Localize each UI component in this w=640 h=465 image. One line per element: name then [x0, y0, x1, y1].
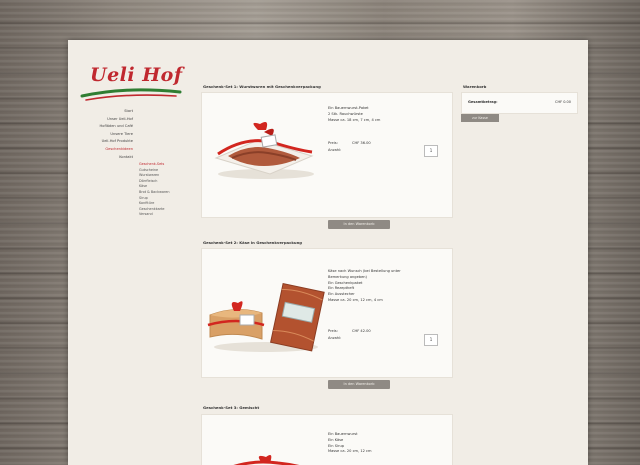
product-title: Geschenk-Set 2: Käse in Geschenkverpacku… — [203, 240, 303, 245]
qty-row: Anzahl: — [328, 148, 342, 152]
add-to-cart-button[interactable]: In den Warenkorb — [328, 220, 390, 229]
nav-item[interactable]: Hofläden und Café — [68, 123, 133, 131]
price-row: Preis: CHF 42.00 — [328, 329, 371, 333]
main-nav: Start Unser Ueli-Hof Hofläden und Café U… — [68, 108, 133, 161]
sub-nav: Geschenk-Sets Gutscheine Wurstwaren Dörr… — [139, 162, 199, 218]
nav-item[interactable]: Ueli-Hof Produkte — [68, 138, 133, 146]
site-logo[interactable]: Ueli Hof — [80, 62, 190, 102]
product-title: Geschenk-Set 3: Gemischt — [203, 405, 260, 410]
product-description: Käse nach Wunsch (bei Bestellung unter B… — [328, 269, 401, 302]
nav-item[interactable]: Start — [68, 108, 133, 116]
quantity-select[interactable]: 1 — [424, 334, 438, 346]
nav-item[interactable]: Unsere Tiere — [68, 131, 133, 139]
gift-cheese-image — [207, 282, 325, 352]
nav-item[interactable]: Kontakt — [68, 154, 133, 162]
cart-title: Warenkorb — [463, 84, 487, 89]
quantity-select[interactable]: 1 — [424, 145, 438, 157]
add-to-cart-button[interactable]: In den Warenkorb — [328, 380, 390, 389]
cart-box: Gesamtbetrag: CHF 0.00 — [461, 92, 578, 114]
nav-item-active[interactable]: Geschenkideen — [68, 146, 133, 154]
cart-total-value: CHF 0.00 — [555, 100, 571, 104]
product-description: Ein Bauernwurst-Paket 2 Stk. Rauchwürste… — [328, 106, 381, 122]
product-title: Geschenk-Set 1: Wurstwaren mit Geschenkv… — [203, 84, 321, 89]
gift-mixed-image — [233, 455, 300, 465]
qty-row: Anzahl: — [328, 336, 342, 340]
web-page: Ueli Hof Start Unser Ueli-Hof Hofläden u… — [68, 40, 588, 465]
checkout-button[interactable]: zur Kasse — [461, 114, 499, 122]
price-row: Preis: CHF 36.00 — [328, 141, 371, 145]
nav-item[interactable]: Unser Ueli-Hof — [68, 116, 133, 124]
cart-total-label: Gesamtbetrag: — [468, 100, 498, 104]
gift-sausage-image — [214, 122, 314, 179]
product-description: Ein Bauernwurst Ein Käse Ein Sirup Masse… — [328, 432, 372, 454]
logo-text: Ueli Hof — [90, 64, 183, 86]
subnav-item[interactable]: Versand — [139, 212, 199, 218]
